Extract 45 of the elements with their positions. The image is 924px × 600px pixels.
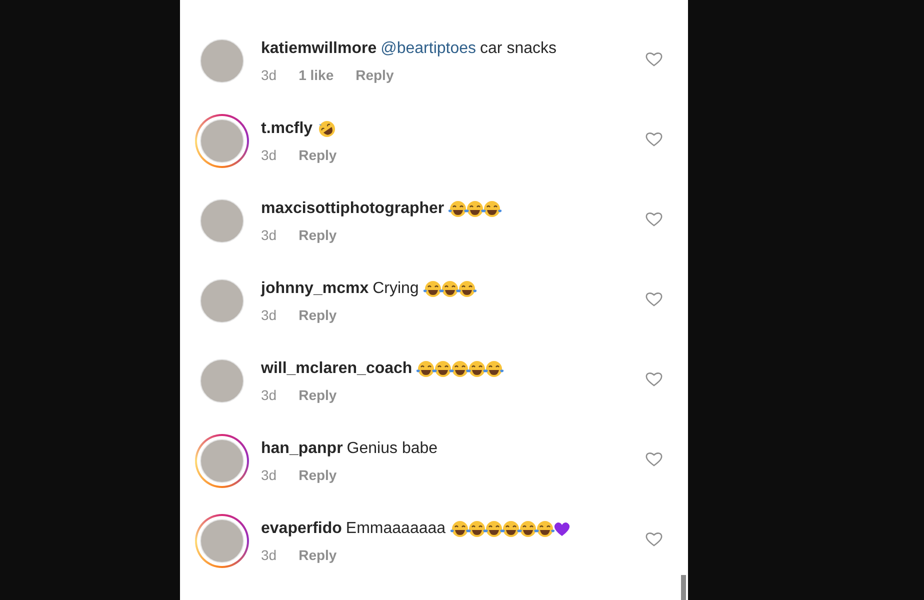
comment-text: car snacks <box>480 39 556 59</box>
comment-time: 3d <box>261 546 277 565</box>
laughing-face-icon <box>450 359 470 379</box>
mention-link[interactable]: @beartiptoes <box>380 37 476 61</box>
comment-username[interactable]: maxcisottiphotographer <box>261 197 444 221</box>
heart-icon[interactable] <box>645 51 663 67</box>
laughing-face-icon <box>448 199 468 219</box>
laughing-face-icon <box>465 199 486 219</box>
heart-icon[interactable] <box>645 371 663 387</box>
laughing-face-icon <box>482 199 502 219</box>
laughing-face-icon <box>316 119 337 139</box>
laughing-face-icon <box>440 279 460 299</box>
comment-time: 3d <box>261 386 277 405</box>
comment-text: Genius babe <box>346 439 438 459</box>
comment-username[interactable]: evaperfido <box>261 517 342 541</box>
comment-text: Emmaaaaaaa <box>346 519 446 539</box>
heart-icon[interactable] <box>645 451 663 467</box>
heart-icon[interactable] <box>645 531 663 547</box>
comment-username[interactable]: t.mcfly <box>261 117 313 141</box>
laughing-face-icon <box>422 279 443 299</box>
comment-username[interactable]: johnny_mcmx <box>261 277 369 301</box>
comment-time: 3d <box>261 226 277 245</box>
comment-time: 3d <box>261 466 277 485</box>
comment-text: Crying <box>372 279 419 299</box>
laughing-face-icon <box>416 359 436 379</box>
heart-icon[interactable] <box>645 211 663 227</box>
laughing-face-icon <box>484 359 504 379</box>
heart-icon[interactable] <box>645 291 663 307</box>
heart-icon[interactable] <box>645 131 663 147</box>
comment-time: 3d <box>261 146 277 165</box>
laughing-face-icon <box>466 519 487 539</box>
laughing-face-icon <box>456 279 477 299</box>
laughing-face-icon <box>484 519 504 539</box>
comment-username[interactable]: han_panpr <box>261 437 343 461</box>
scrollbar[interactable] <box>681 575 686 600</box>
laughing-face-icon <box>450 519 470 539</box>
laughing-face-icon <box>534 519 555 539</box>
comment-username[interactable]: will_mclaren_coach <box>261 357 412 381</box>
comment-time: 3d <box>261 306 277 325</box>
laughing-face-icon <box>518 519 538 539</box>
comment-username[interactable]: katiemwillmore <box>261 37 377 61</box>
comment-time: 3d <box>261 66 277 85</box>
laughing-face-icon <box>467 359 488 379</box>
laughing-face-icon <box>433 359 454 379</box>
laughing-face-icon <box>500 519 521 539</box>
